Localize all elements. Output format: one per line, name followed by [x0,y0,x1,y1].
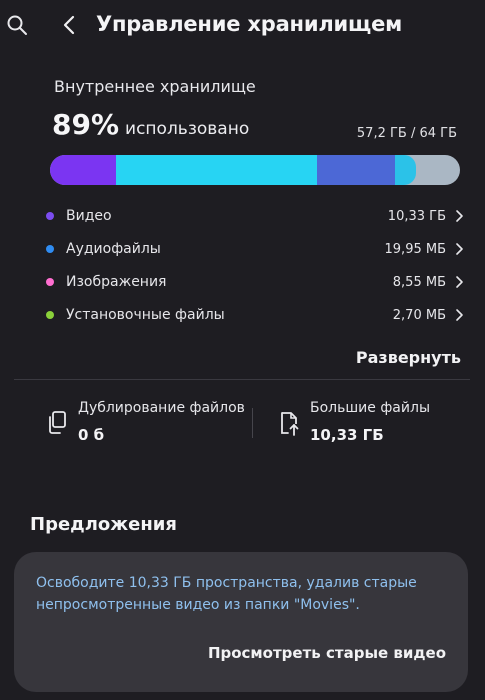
bar-segment-other [317,155,395,185]
category-size: 19,95 МБ [384,241,446,257]
category-dot [46,245,54,253]
used-amount: 57,2 ГБ / 64 ГБ [356,126,457,141]
large-file-icon [281,412,299,436]
duplicate-files-tile[interactable]: Дублирование файлов 0 б [46,398,246,448]
category-dot [46,311,54,319]
storage-usage-bar [50,155,460,185]
chevron-right-icon [456,210,463,222]
bar-segment-audio [116,155,317,185]
used-text: использовано [125,119,250,139]
category-dot [46,278,54,286]
bar-segment-system [395,155,416,185]
used-percent: 89% [52,108,120,141]
category-row[interactable]: Изображения 8,55 МБ [46,270,464,294]
category-label: Аудиофайлы [66,241,161,257]
search-icon[interactable] [6,14,28,36]
category-size: 8,55 МБ [392,274,446,290]
bar-segment-video [50,155,116,185]
duplicate-files-value: 0 б [78,426,105,444]
view-old-videos-button[interactable]: Просмотреть старые видео [208,644,446,662]
chevron-right-icon [456,276,463,288]
storage-label: Внутреннее хранилище [54,77,256,96]
chevron-left-icon[interactable] [60,14,80,36]
duplicate-files-title: Дублирование файлов [78,400,245,416]
copy-files-icon [49,411,66,434]
large-files-tile[interactable]: Большие файлы 10,33 ГБ [278,398,458,448]
tile-separator [252,408,253,438]
category-label: Видео [66,208,112,224]
chevron-right-icon [456,309,463,321]
large-files-value: 10,33 ГБ [310,426,384,444]
category-row[interactable]: Установочные файлы 2,70 МБ [46,303,464,327]
category-row[interactable]: Видео 10,33 ГБ [46,204,464,228]
usage-summary: 89% использовано [52,108,249,141]
category-dot [46,212,54,220]
suggestion-text: Освободите 10,33 ГБ пространства, удалив… [36,575,417,613]
page-title: Управление хранилищем [96,12,403,36]
suggestion-card: Освободите 10,33 ГБ пространства, удалив… [14,552,468,692]
expand-button[interactable]: Развернуть [356,348,461,367]
category-row[interactable]: Аудиофайлы 19,95 МБ [46,237,464,261]
category-size: 10,33 ГБ [387,208,446,224]
divider [14,379,470,380]
suggestions-heading: Предложения [30,514,177,535]
category-label: Установочные файлы [66,307,225,323]
category-size: 2,70 МБ [392,307,446,323]
chevron-right-icon [456,243,463,255]
category-label: Изображения [66,274,167,290]
large-files-title: Большие файлы [310,400,430,416]
